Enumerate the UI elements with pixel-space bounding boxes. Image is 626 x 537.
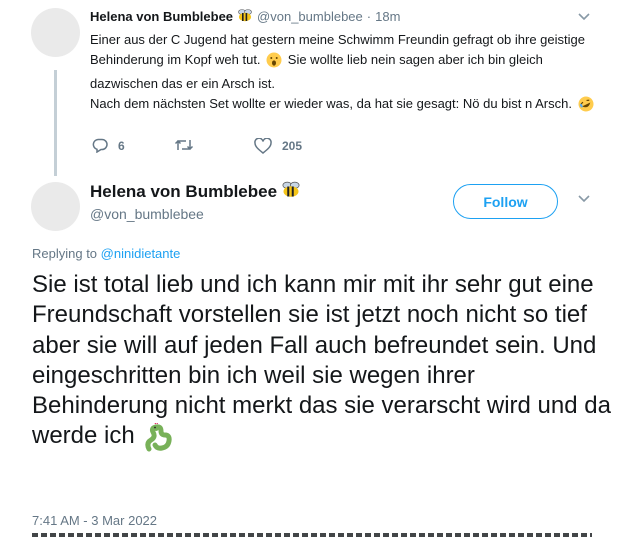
avatar[interactable]	[31, 8, 80, 57]
replying-prefix: Replying to	[32, 246, 101, 261]
retweet-icon	[174, 139, 194, 151]
chevron-down-icon[interactable]	[578, 8, 590, 24]
worm-emoji-icon	[143, 422, 173, 455]
replying-to-link[interactable]: @ninidietante	[101, 246, 181, 261]
thread-connector-line	[54, 70, 57, 176]
bee-emoji-icon	[281, 180, 301, 203]
tweet-header: Helena von Bumblebee @von_bumblebee · 18…	[90, 8, 400, 25]
chevron-down-icon[interactable]	[578, 190, 590, 206]
tweet-timestamp[interactable]: 7:41 AM - 3 Mar 2022	[32, 513, 157, 528]
bee-emoji-icon	[237, 8, 253, 25]
surprised-face-emoji-icon	[266, 52, 282, 74]
tweet-text: Sie ist total lieb und ich kann mir mit …	[32, 270, 612, 456]
rolling-laughing-emoji-icon	[578, 96, 594, 118]
handle[interactable]: @von_bumblebee	[90, 206, 204, 222]
reply-count: 6	[118, 138, 125, 153]
display-name[interactable]: Helena von Bumblebee	[90, 182, 277, 202]
display-name[interactable]: Helena von Bumblebee	[90, 9, 233, 24]
retweet-button[interactable]	[174, 138, 204, 152]
separator-dot: ·	[366, 9, 372, 24]
tweet-actions: 6 205	[92, 138, 312, 158]
heart-icon	[254, 138, 272, 154]
tweet-text: Einer aus der C Jugend hat gestern meine…	[90, 30, 610, 118]
tweet-text-part: Nach dem nächsten Set wollte er wieder w…	[90, 96, 576, 111]
follow-button[interactable]: Follow	[453, 184, 558, 219]
cropped-stats-row	[32, 531, 592, 537]
tweet-time[interactable]: 18m	[375, 9, 400, 24]
handle[interactable]: @von_bumblebee	[257, 9, 363, 24]
tweet-text-part: Sie ist total lieb und ich kann mir mit …	[32, 271, 611, 450]
like-button[interactable]: 205	[254, 138, 302, 154]
reply-button[interactable]: 6	[92, 138, 125, 153]
reply-icon	[92, 138, 108, 153]
replying-to: Replying to @ninidietante	[32, 246, 180, 261]
author-row: Helena von Bumblebee	[90, 180, 305, 203]
like-count: 205	[282, 139, 303, 153]
avatar[interactable]	[31, 182, 80, 231]
